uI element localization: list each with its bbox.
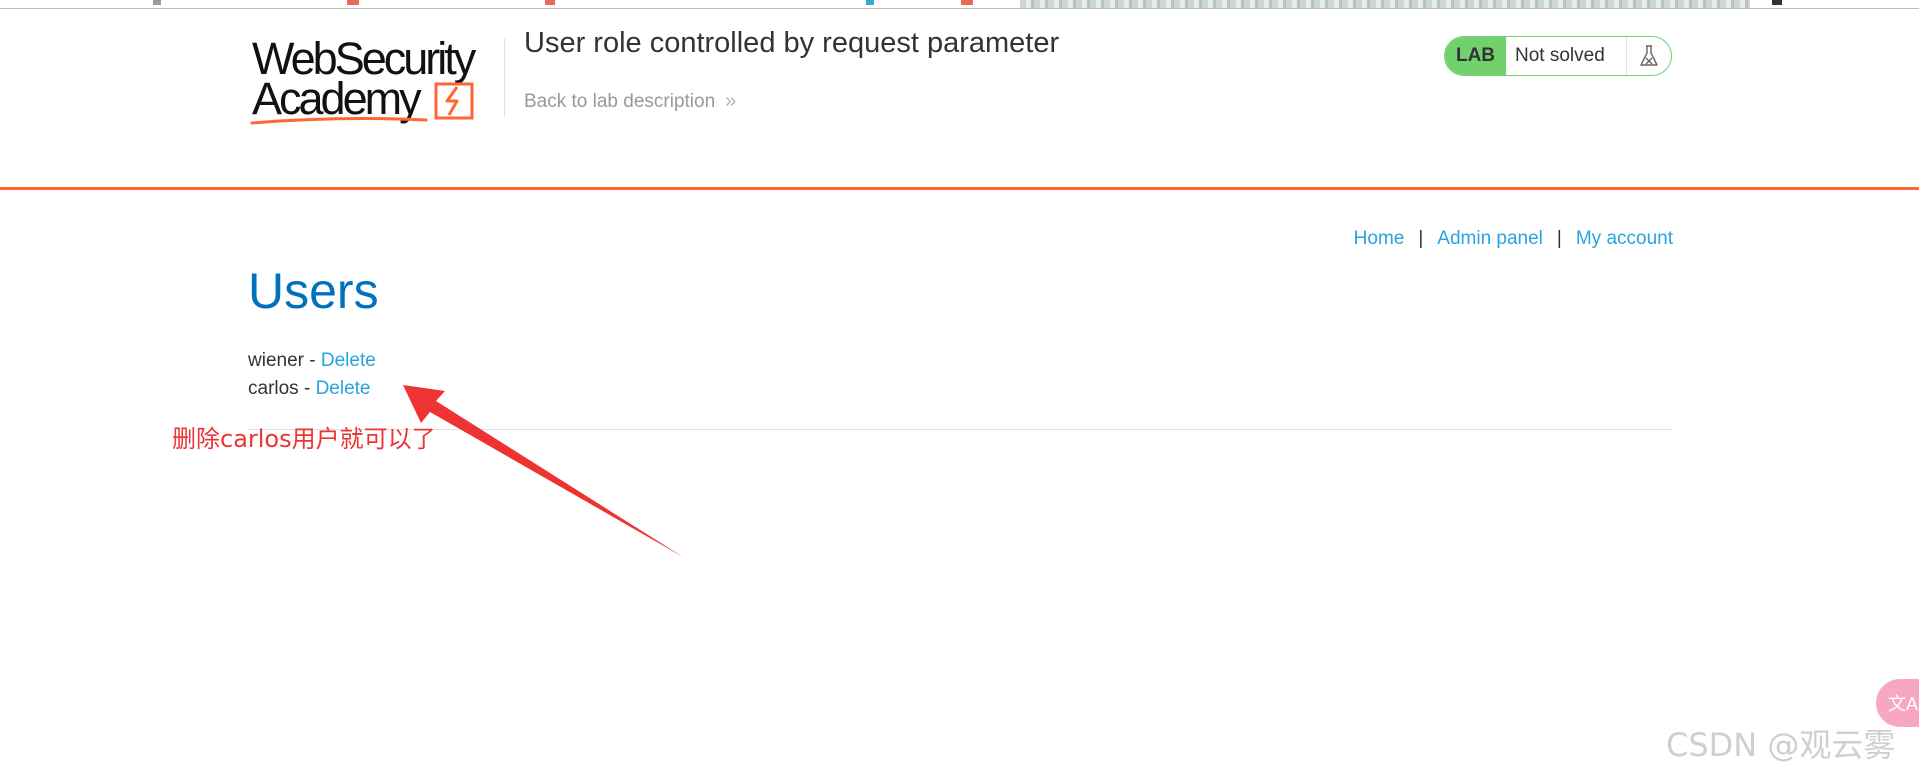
- strip-mark: [153, 0, 161, 5]
- nav-separator: |: [1418, 228, 1424, 249]
- back-to-lab-description-link[interactable]: Back to lab description »: [524, 90, 736, 113]
- user-row: wiener - Delete: [248, 347, 376, 375]
- top-strip: [0, 0, 1919, 9]
- lab-title: User role controlled by request paramete…: [524, 27, 1060, 59]
- user-separator: -: [309, 350, 316, 371]
- logo-bolt-icon: [434, 82, 474, 120]
- lab-badge: LAB: [1445, 37, 1506, 75]
- nav-separator: |: [1556, 228, 1562, 249]
- strip-image: [1020, 0, 1750, 8]
- content-divider: [248, 429, 1673, 430]
- nav-home-link[interactable]: Home: [1354, 228, 1405, 249]
- delete-wiener-link[interactable]: Delete: [321, 350, 376, 371]
- user-name: wiener: [248, 350, 304, 371]
- web-security-academy-logo[interactable]: WebSecurity Academy: [250, 36, 500, 126]
- lab-status-icon-cell: [1626, 37, 1671, 75]
- logo-underline: [250, 117, 428, 125]
- strip-mark: [961, 0, 973, 5]
- csdn-watermark: CSDN @观云雾: [1666, 726, 1896, 764]
- page-title: Users: [248, 263, 379, 319]
- header-divider: [504, 38, 505, 117]
- annotation-text: 删除carlos用户就可以了: [172, 425, 436, 453]
- flask-icon: [1640, 45, 1658, 66]
- delete-carlos-link[interactable]: Delete: [316, 378, 371, 399]
- user-separator: -: [303, 378, 311, 399]
- user-name: carlos: [248, 378, 299, 399]
- translate-glyph: 文A: [1888, 694, 1919, 714]
- lab-status-text: Not solved: [1515, 45, 1605, 66]
- nav-admin-panel-link[interactable]: Admin panel: [1437, 228, 1543, 249]
- user-list: wiener - Delete carlos - Delete: [248, 347, 376, 403]
- top-navigation: Home | Admin panel | My account: [1354, 228, 1673, 250]
- strip-mark: [1772, 0, 1782, 5]
- strip-mark: [866, 0, 874, 5]
- back-link-label: Back to lab description: [524, 90, 716, 112]
- strip-mark: [347, 0, 359, 5]
- user-row: carlos - Delete: [248, 375, 376, 403]
- lab-status-widget: LAB Not solved: [1444, 36, 1672, 76]
- double-chevron-right-icon: »: [725, 90, 736, 112]
- nav-my-account-link[interactable]: My account: [1576, 228, 1673, 249]
- strip-mark: [545, 0, 555, 5]
- header-orange-rule: [0, 187, 1919, 190]
